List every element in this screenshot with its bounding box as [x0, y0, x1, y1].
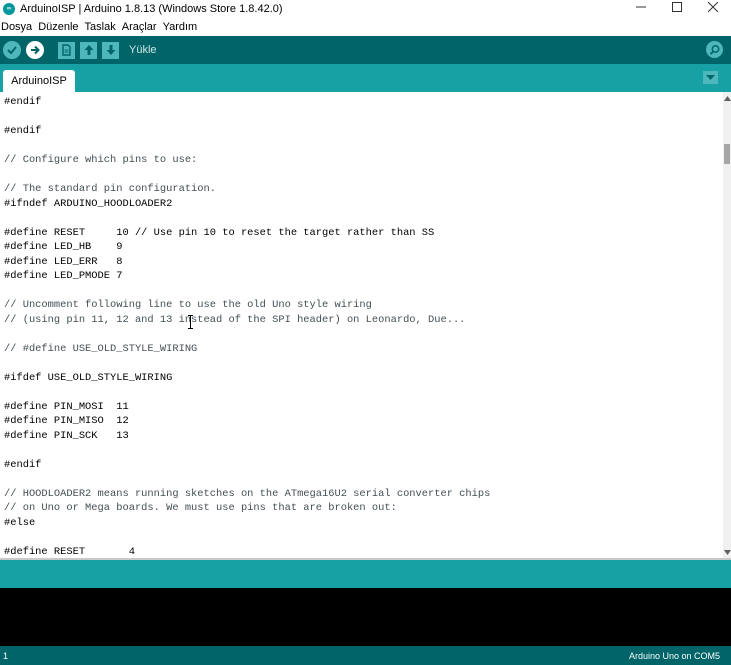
code-line: #define PIN_MISO 12	[4, 415, 129, 427]
code-line: #ifndef ARDUINO_HOODLOADER2	[4, 197, 173, 210]
code-line: // on Uno or Mega boards. We must use pi…	[4, 502, 397, 514]
code-text: #endif #endif // Configure which pins to u…	[4, 95, 490, 558]
window-controls	[623, 0, 731, 18]
close-icon	[708, 2, 718, 12]
text-cursor-icon	[188, 315, 193, 329]
scroll-thumb[interactable]	[724, 144, 730, 164]
maximize-icon	[672, 2, 682, 12]
code-line: // HOODLOADER2 means running sketches on…	[4, 487, 491, 500]
code-line: #endif	[4, 96, 42, 108]
menu-edit[interactable]: Düzenle	[38, 21, 81, 33]
scroll-up-arrow-icon	[723, 95, 731, 101]
code-line: // #define USE_OLD_STYLE_WIRING	[4, 342, 198, 355]
code-line: #define RESET 10 // Use pin 10 to reset …	[4, 226, 435, 239]
code-line: // (using pin 11, 12 and 13 instead of t…	[4, 313, 466, 326]
code-line: #define LED_HB 9	[4, 241, 123, 253]
scroll-down-button[interactable]	[723, 548, 731, 556]
scroll-down-arrow-icon	[723, 549, 731, 555]
open-arrow-up-icon	[84, 45, 93, 55]
code-line: #define RESET 4	[4, 545, 135, 558]
board-port-label: Arduino Uno on COM5	[628, 650, 720, 661]
scroll-up-button[interactable]	[723, 94, 731, 102]
chevron-down-icon	[706, 74, 715, 80]
verify-icon	[7, 46, 17, 55]
tab-menu-button[interactable]	[703, 71, 718, 84]
editor-scrollbar[interactable]	[723, 92, 731, 558]
code-line: #define PIN_SCK 13	[4, 429, 129, 442]
code-line: #endif	[4, 125, 42, 137]
new-sketch-button[interactable]	[58, 41, 75, 59]
line-number: 1	[3, 650, 9, 661]
save-sketch-button[interactable]	[102, 41, 119, 59]
minimize-icon	[636, 6, 646, 8]
window-title: ArduinoISP | Arduino 1.8.13 (Windows Sto…	[20, 3, 283, 15]
arduino-logo-icon: ∞	[3, 3, 15, 15]
save-arrow-down-icon	[106, 45, 115, 55]
maximize-button[interactable]	[659, 0, 695, 14]
title-bar: ∞ ArduinoISP | Arduino 1.8.13 (Windows S…	[0, 0, 731, 18]
upload-button[interactable]	[26, 41, 44, 59]
code-editor[interactable]: #endif #endif // Configure which pins to u…	[0, 92, 723, 558]
minimize-button[interactable]	[623, 0, 659, 14]
code-line: #define LED_PMODE 7	[4, 270, 123, 282]
serial-monitor-button[interactable]	[706, 41, 723, 58]
verify-button[interactable]	[3, 41, 21, 59]
code-line: #ifdef USE_OLD_STYLE_WIRING	[4, 371, 173, 384]
magnifier-icon	[709, 44, 719, 55]
code-line: #endif	[4, 458, 42, 471]
code-line: // Uncomment following line to use the o…	[4, 299, 372, 311]
code-line: #else	[4, 516, 36, 529]
menu-tools[interactable]: Araçlar	[122, 21, 160, 33]
new-file-icon	[62, 44, 71, 56]
code-line: #define LED_ERR 8	[4, 255, 123, 268]
menu-bar: Dosya Düzenle Taslak Araçlar Yardım	[0, 18, 731, 36]
message-area	[0, 560, 731, 588]
code-line: // The standard pin configuration.	[4, 183, 217, 195]
code-line: #define PIN_MOSI 11	[4, 400, 129, 413]
tab-arduinoisp[interactable]: ArduinoISP	[3, 70, 75, 92]
toolbar: Yükle	[0, 36, 731, 64]
toolbar-hover-label: Yükle	[129, 44, 157, 56]
tab-bar: ArduinoISP	[0, 64, 731, 92]
open-sketch-button[interactable]	[80, 41, 97, 59]
menu-file[interactable]: Dosya	[1, 21, 35, 33]
menu-sketch[interactable]: Taslak	[85, 21, 119, 33]
code-line: // Configure which pins to use:	[4, 154, 198, 166]
status-bar: 1 Arduino Uno on COM5	[0, 646, 731, 665]
upload-icon	[31, 45, 40, 55]
close-button[interactable]	[695, 0, 731, 14]
console-output[interactable]	[0, 588, 731, 646]
menu-help[interactable]: Yardım	[163, 21, 201, 33]
